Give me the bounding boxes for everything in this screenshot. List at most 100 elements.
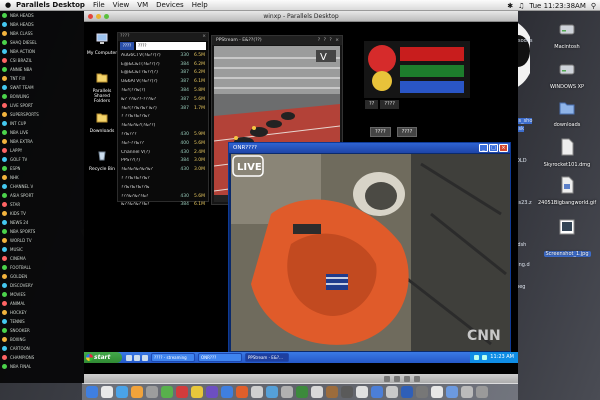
channel-row[interactable]: ?&?&?&?(?&??) — [118, 121, 208, 130]
volume-icon[interactable] — [482, 355, 488, 360]
dock-app-icon[interactable] — [371, 386, 383, 398]
channel-row[interactable]: AuG6CTV(?&??(?) 330 6.5M — [118, 51, 208, 60]
taskbar-button[interactable]: PPStream - E&?... — [245, 353, 289, 362]
device-icon[interactable] — [414, 376, 420, 382]
tray-list-item[interactable]: HOCKEY — [0, 308, 84, 317]
tray-list-item[interactable]: GOLDEN — [0, 272, 84, 281]
dock-app-icon[interactable] — [416, 386, 428, 398]
mac-icon-bigbangworld[interactable]: 24051Bigbangworld.gif — [538, 176, 596, 206]
tray-list-item[interactable]: TENNIS — [0, 317, 84, 326]
tray-list-item[interactable]: KIDS TV — [0, 209, 84, 218]
search-button[interactable]: ???? — [120, 42, 134, 50]
channel-row[interactable]: U&6ATV(?&??(?) 387 6.1M — [118, 77, 208, 86]
tray-list-item[interactable]: NHK — [0, 173, 84, 182]
channel-row[interactable]: &??&?&??&? 384 6.1M — [118, 201, 208, 210]
dock-app-icon[interactable] — [341, 386, 353, 398]
tray-list-item[interactable]: ESPN — [0, 164, 84, 173]
taskbar-button[interactable]: ???? - streaming — [151, 353, 195, 362]
apple-menu-icon[interactable]: ● — [4, 1, 12, 9]
dock-app-icon[interactable] — [296, 386, 308, 398]
channel-row[interactable]: ?&?(??&(?) 384 5.8M — [118, 86, 208, 95]
mac-icon-macintosh[interactable]: Macintosh — [538, 20, 596, 50]
tray-list-item[interactable]: NBA CLASS — [0, 29, 84, 38]
channel-row[interactable]: ??&?&?&??& — [118, 183, 208, 192]
close-icon[interactable] — [88, 14, 93, 19]
tray-list-item[interactable]: LAPPY — [0, 146, 84, 155]
tray-list-item[interactable]: CSI BRAZIL — [0, 56, 84, 65]
xp-icon-parallels-shared[interactable]: Parallels Shared Folders — [86, 68, 118, 105]
channel-row[interactable]: ??&??? 430 5.9M — [118, 130, 208, 139]
dock-app-icon[interactable] — [356, 386, 368, 398]
menu-app-name[interactable]: Parallels Desktop — [16, 1, 85, 9]
tray-list-item[interactable]: ASIA SPORT — [0, 191, 84, 200]
tray-list-item[interactable]: WORLD TV — [0, 236, 84, 245]
tray-list-item[interactable]: ANIMAL — [0, 299, 84, 308]
close-icon[interactable]: × — [499, 144, 508, 152]
menu-file[interactable]: File — [93, 1, 105, 9]
mac-icon-downloads[interactable]: downloads — [538, 98, 596, 128]
dock-app-icon[interactable] — [401, 386, 413, 398]
dock-app-icon[interactable] — [431, 386, 443, 398]
ad-tab[interactable]: ?? — [365, 100, 379, 109]
xp-icon-my-computer[interactable]: My Computer — [86, 30, 118, 56]
ie-icon[interactable] — [126, 354, 132, 361]
minimize-icon[interactable]: _ — [479, 144, 488, 152]
dock-app-icon[interactable] — [476, 386, 488, 398]
ad-button[interactable]: ???? — [396, 127, 418, 137]
spotlight-icon[interactable]: ⚲ — [591, 2, 596, 10]
tray-list-item[interactable]: NBA HEADS — [0, 11, 84, 20]
channel-row[interactable]: &? ??&??-???&? 387 5.6M — [118, 95, 208, 104]
tray-list-item[interactable]: NBA SPORTS — [0, 227, 84, 236]
channel-row[interactable]: E@&C&T(?&??(?) 384 6.2M — [118, 60, 208, 69]
tray-list-item[interactable]: SWAT TEAM — [0, 83, 84, 92]
dock-app-icon[interactable] — [281, 386, 293, 398]
tray-list-item[interactable]: SNOOKER — [0, 326, 84, 335]
tray-list-item[interactable]: NBA HEADS — [0, 20, 84, 29]
tray-list-item[interactable]: STAR — [0, 200, 84, 209]
device-icon[interactable] — [404, 376, 410, 382]
dock-app-icon[interactable] — [146, 386, 158, 398]
tray-list-item[interactable]: NBA FINAL — [0, 362, 84, 371]
dock-app-icon[interactable] — [251, 386, 263, 398]
tray-list-item[interactable]: NEWS 24 — [0, 218, 84, 227]
device-icon[interactable] — [394, 376, 400, 382]
maximize-icon[interactable]: □ — [489, 144, 498, 152]
dock-app-icon[interactable] — [176, 386, 188, 398]
dock-app-icon[interactable] — [266, 386, 278, 398]
xp-clock[interactable]: 11:23 AM — [490, 352, 514, 363]
tray-list-item[interactable]: NBA EXTRA — [0, 137, 84, 146]
tray-list-item[interactable]: SHAQ DIESEL — [0, 38, 84, 47]
tray-list-item[interactable]: BOXING — [0, 335, 84, 344]
window-controls[interactable]: ? ? ? × — [318, 36, 340, 45]
dock-app-icon[interactable] — [326, 386, 338, 398]
channel-row[interactable]: ?&?-??&?? 400 5.6M — [118, 139, 208, 148]
ppstream-titlebar[interactable]: PPStream - E&??(??) ? ? ? × — [212, 36, 342, 45]
channel-row[interactable]: E@&C&T?&??(?) 387 6.2M — [118, 69, 208, 78]
menu-help[interactable]: Help — [192, 1, 208, 9]
tray-list-item[interactable]: GOLF TV — [0, 155, 84, 164]
channel-row[interactable]: Channel V(?) 430 2.4M — [118, 148, 208, 157]
mac-icon-skyrocket[interactable]: Skyrocket101.dmg — [538, 138, 596, 168]
xp-icon-recycle-bin[interactable]: Recycle Bin — [86, 146, 118, 172]
tray-list-item[interactable]: CHAMPIONS — [0, 353, 84, 362]
desktop-icon[interactable] — [142, 354, 148, 361]
tray-list-item[interactable]: ANNIE NBA — [0, 65, 84, 74]
ad-button[interactable]: ???? — [370, 127, 391, 137]
dock-app-icon[interactable] — [386, 386, 398, 398]
device-icon[interactable] — [384, 376, 390, 382]
tray-list-item[interactable]: TNT FIX — [0, 74, 84, 83]
zoom-icon[interactable] — [104, 14, 109, 19]
volume-icon[interactable]: ♫ — [518, 2, 524, 10]
network-icon[interactable] — [474, 355, 480, 360]
dock-app-icon[interactable] — [116, 386, 128, 398]
bluetooth-icon[interactable]: ✱ — [507, 2, 513, 10]
advertisement-banner[interactable] — [364, 41, 470, 98]
live-window-titlebar[interactable]: ONR???? _ □ × — [229, 143, 510, 153]
close-icon[interactable]: × — [202, 33, 206, 41]
tray-list-item[interactable]: LIVE SPORT — [0, 101, 84, 110]
dock-app-icon[interactable] — [101, 386, 113, 398]
channel-row[interactable]: ???&?&??&? 430 5.6M — [118, 192, 208, 201]
tray-list-item[interactable]: CHANNEL V — [0, 182, 84, 191]
tray-list-item[interactable]: MUSIC — [0, 245, 84, 254]
tray-list-item[interactable]: MOVIES — [0, 290, 84, 299]
